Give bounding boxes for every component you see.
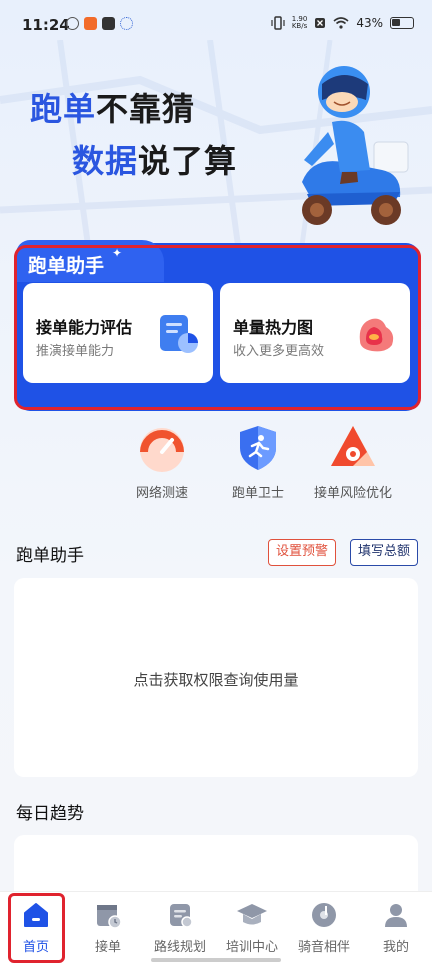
- music-disc-icon: [312, 903, 336, 927]
- battery-percent: 43%: [356, 16, 383, 30]
- net-speed-unit: KB/s: [291, 22, 308, 30]
- hero-highlight-1: 跑单: [30, 90, 97, 128]
- battery-icon: [390, 17, 414, 29]
- speed-test-tool[interactable]: 网络测速: [107, 422, 217, 501]
- card-subtitle: 推演接单能力: [36, 344, 115, 359]
- hero-highlight-2: 数据: [72, 142, 139, 180]
- nav-route-planning[interactable]: 路线规划: [144, 900, 216, 955]
- assistant-title: 跑单助手: [28, 255, 105, 277]
- calendar-clock-icon: [97, 905, 122, 929]
- heatmap-icon: [359, 318, 394, 352]
- notification-icons: [66, 17, 133, 30]
- speedometer-icon: [140, 428, 184, 472]
- wifi-icon: [333, 17, 349, 29]
- hero-headline-1: 跑单不靠猜: [30, 84, 195, 130]
- nav-label: 路线规划: [153, 940, 206, 955]
- trend-section-title: 每日趋势: [16, 804, 84, 824]
- usage-section-title: 跑单助手: [16, 546, 84, 566]
- nav-music-companion[interactable]: 骑音相伴: [288, 900, 360, 955]
- status-right: 1.90 KB/s 43%: [271, 16, 414, 30]
- fill-total-button[interactable]: 填写总额: [350, 539, 418, 566]
- shop-notification-icon: [84, 17, 97, 30]
- nav-label: 骑音相伴: [297, 940, 350, 955]
- nav-label: 我的: [382, 940, 409, 955]
- card-subtitle: 收入更多更高效: [233, 344, 325, 359]
- gesture-bar[interactable]: [151, 958, 281, 962]
- order-heatmap-card[interactable]: 单量热力图 收入更多更高效: [220, 283, 410, 383]
- status-time: 11:24: [22, 16, 70, 34]
- selection-highlight-home: [8, 893, 65, 963]
- graduation-cap-icon: [237, 904, 267, 925]
- net-speed: 1.90 KB/s: [292, 16, 308, 30]
- nav-profile[interactable]: 我的: [360, 900, 432, 955]
- ability-assessment-card[interactable]: 接单能力评估 推演接单能力: [23, 283, 213, 383]
- nav-label: 接单: [94, 940, 121, 955]
- warning-triangle-icon: [331, 426, 375, 466]
- clipboard-chart-icon: [160, 315, 198, 353]
- hero-headline-2: 数据说了算: [72, 136, 237, 182]
- hero-rest-2: 说了算: [138, 142, 238, 180]
- vibrate-icon: [271, 16, 285, 30]
- tool-label: 接单风险优化: [313, 486, 392, 501]
- route-doc-icon: [170, 904, 193, 928]
- sparkle-icon: ✦: [112, 246, 123, 260]
- run-guard-tool[interactable]: 跑单卫士: [203, 422, 313, 501]
- tool-label: 网络测速: [135, 486, 188, 501]
- usage-panel[interactable]: 点击获取权限查询使用量: [14, 578, 418, 777]
- hero-rest-1: 不靠猜: [96, 90, 196, 128]
- tool-label: 跑单卫士: [231, 486, 284, 501]
- nav-orders[interactable]: 接单: [72, 900, 144, 955]
- card-title: 单量热力图: [233, 318, 314, 337]
- profile-icon: [385, 904, 407, 927]
- delivery-rider-illustration: [302, 66, 409, 225]
- risk-optimize-tool[interactable]: 接单风险优化: [298, 422, 408, 501]
- shield-runner-icon: [240, 426, 276, 470]
- permission-prompt[interactable]: 点击获取权限查询使用量: [14, 669, 418, 690]
- assistant-notification-icon: [120, 17, 133, 30]
- no-sim-icon: [315, 18, 326, 28]
- card-title: 接单能力评估: [36, 318, 133, 337]
- nav-training-center[interactable]: 培训中心: [216, 900, 288, 955]
- nav-label: 培训中心: [225, 940, 278, 955]
- mail-notification-icon: [102, 17, 115, 30]
- set-alert-button[interactable]: 设置预警: [268, 539, 336, 566]
- app-notification-icon: [66, 17, 79, 30]
